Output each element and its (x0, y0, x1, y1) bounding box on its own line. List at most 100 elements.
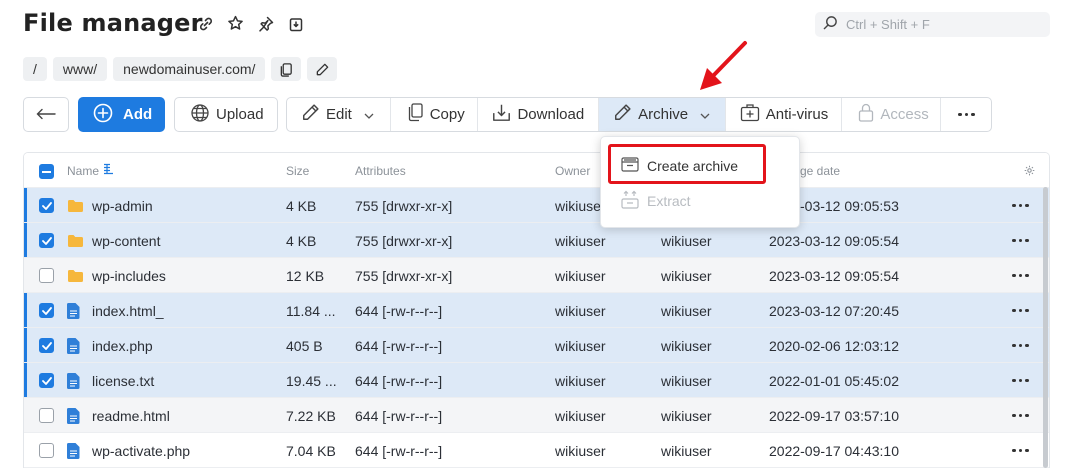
file-attributes: 644 [-rw-r--r--] (355, 407, 443, 424)
column-size[interactable]: Size (286, 153, 309, 188)
row-checkbox[interactable] (39, 268, 54, 283)
copy-button[interactable]: Copy (391, 98, 479, 131)
row-more-icon[interactable] (1012, 188, 1029, 223)
copy-path-icon[interactable] (271, 57, 302, 81)
archive-button[interactable]: Archive (599, 98, 726, 131)
file-date: -03-12 09:05:53 (800, 197, 899, 214)
more-actions-button[interactable] (941, 98, 991, 131)
copy-icon (408, 103, 424, 126)
pin-icon[interactable] (256, 14, 275, 33)
table-row[interactable]: license.txt 19.45 ... 644 [-rw-r--r--] wiki… (24, 363, 1049, 398)
table-row[interactable]: wp-admin 4 KB 755 [drwxr-xr-x] wikiuser -03-… (24, 188, 1049, 223)
file-date: 2022-01-01 05:45:02 (769, 372, 899, 389)
row-checkbox[interactable] (39, 443, 54, 458)
breadcrumb-www[interactable]: www/ (52, 57, 108, 81)
row-more-icon[interactable] (1012, 363, 1029, 398)
file-name[interactable]: index.html_ (92, 293, 164, 328)
file-attributes: 755 [drwxr-xr-x] (355, 232, 453, 249)
breadcrumb-root[interactable]: / (23, 57, 47, 81)
plus-circle-icon (93, 103, 113, 127)
row-more-icon[interactable] (1012, 223, 1029, 258)
column-name[interactable]: Name (67, 153, 114, 188)
page-title: File manager (23, 9, 203, 37)
file-owner: wikiuser (555, 197, 606, 214)
settings-gear-icon[interactable] (1024, 153, 1035, 188)
extract-icon (621, 190, 639, 212)
lock-icon (858, 103, 874, 126)
table-row[interactable]: wp-includes 12 KB 755 [drwxr-xr-x] wikiuser… (24, 258, 1049, 293)
breadcrumb: / www/ newdomainuser.com/ (23, 57, 338, 81)
table-row[interactable]: readme.html 7.22 KB 644 [-rw-r--r--] wikius… (24, 398, 1049, 433)
file-date: 2022-09-17 03:57:10 (769, 407, 899, 424)
chevron-down-icon (700, 106, 710, 123)
file-group: wikiuser (661, 407, 712, 424)
file-name[interactable]: wp-includes (92, 258, 166, 293)
table-row[interactable]: wp-content 4 KB 755 [drwxr-xr-x] wikiuser wi… (24, 223, 1049, 258)
row-checkbox[interactable] (39, 338, 54, 353)
row-more-icon[interactable] (1012, 398, 1029, 433)
table-row[interactable]: index.php 405 B 644 [-rw-r--r--] wikiuser wi… (24, 328, 1049, 363)
export-icon[interactable] (286, 14, 305, 33)
column-owner[interactable]: Owner (555, 153, 590, 188)
edit-path-icon[interactable] (307, 57, 338, 81)
edit-button[interactable]: Edit (287, 98, 391, 131)
file-size: 19.45 ... (286, 372, 337, 389)
file-name[interactable]: wp-content (92, 223, 160, 258)
file-group: wikiuser (661, 337, 712, 354)
add-button[interactable]: Add (78, 97, 165, 132)
file-name[interactable]: license.txt (92, 363, 154, 398)
row-checkbox[interactable] (39, 233, 54, 248)
breadcrumb-domain[interactable]: newdomainuser.com/ (113, 57, 266, 81)
pencil-icon (301, 103, 320, 126)
table-row[interactable]: index.html_ 11.84 ... 644 [-rw-r--r--] wiki… (24, 293, 1049, 328)
table-header: Name Size Attributes Owner ge date (24, 153, 1049, 188)
column-attributes[interactable]: Attributes (355, 153, 406, 188)
file-table: Name Size Attributes Owner ge date wp-ad… (23, 152, 1050, 468)
download-button[interactable]: Download (478, 98, 600, 131)
file-name[interactable]: wp-admin (92, 188, 153, 223)
file-size: 405 B (286, 337, 323, 354)
row-more-icon[interactable] (1012, 433, 1029, 468)
row-more-icon[interactable] (1012, 328, 1029, 363)
extract-item[interactable]: Extract (601, 186, 801, 216)
row-more-icon[interactable] (1012, 258, 1029, 293)
chevron-down-icon (364, 106, 374, 123)
file-name[interactable]: wp-activate.php (92, 433, 190, 468)
file-owner: wikiuser (555, 302, 606, 319)
file-icon (67, 328, 80, 363)
row-checkbox[interactable] (39, 303, 54, 318)
file-name[interactable]: readme.html (92, 398, 170, 433)
row-checkbox[interactable] (39, 198, 54, 213)
row-checkbox[interactable] (39, 373, 54, 388)
file-group: wikiuser (661, 372, 712, 389)
select-all-checkbox[interactable] (39, 164, 54, 179)
column-change-date[interactable]: ge date (800, 153, 840, 188)
upload-button[interactable]: Upload (174, 97, 278, 132)
file-icon (67, 293, 80, 328)
search-icon (823, 15, 838, 34)
access-button[interactable]: Access (842, 98, 942, 131)
file-owner: wikiuser (555, 372, 606, 389)
file-size: 7.04 KB (286, 442, 336, 459)
table-row[interactable]: wp-activate.php 7.04 KB 644 [-rw-r--r--] wi… (24, 433, 1049, 468)
star-icon[interactable] (226, 14, 245, 33)
table-body: wp-admin 4 KB 755 [drwxr-xr-x] wikiuser -03-… (24, 188, 1049, 468)
file-attributes: 644 [-rw-r--r--] (355, 442, 443, 459)
search-input[interactable] (846, 17, 1036, 32)
more-icon (958, 112, 975, 117)
file-size: 7.22 KB (286, 407, 336, 424)
file-group: wikiuser (661, 232, 712, 249)
sort-icon (103, 163, 114, 178)
back-button[interactable] (23, 97, 69, 132)
row-more-icon[interactable] (1012, 293, 1029, 328)
file-actions-toolbar: Edit Copy Download Archive Anti-virus Ac… (286, 97, 992, 132)
file-name[interactable]: index.php (92, 328, 153, 363)
pencil-icon (613, 103, 632, 126)
file-size: 11.84 ... (286, 302, 336, 319)
search-box[interactable] (815, 12, 1050, 37)
row-checkbox[interactable] (39, 408, 54, 423)
antivirus-button[interactable]: Anti-virus (726, 98, 843, 131)
file-date: 2023-03-12 09:05:54 (769, 267, 899, 284)
link-icon[interactable] (196, 14, 215, 33)
scrollbar[interactable] (1043, 187, 1048, 468)
